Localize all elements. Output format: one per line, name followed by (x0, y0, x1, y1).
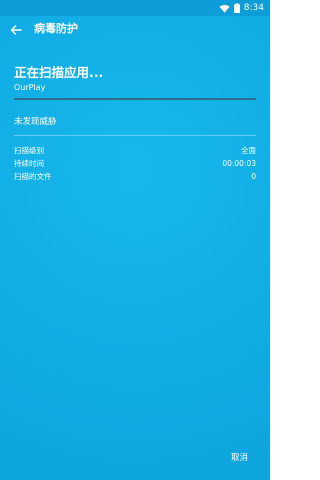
divider (14, 135, 256, 136)
duration-label: 持续时间 (14, 159, 44, 168)
status-bar: 8:34 (0, 0, 270, 16)
status-icons: 8:34 (219, 2, 264, 14)
page-title: 病毒防护 (34, 22, 78, 35)
detail-row-duration: 持续时间 00:00:03 (14, 159, 256, 169)
back-arrow-icon[interactable] (9, 22, 23, 36)
scan-status-title: 正在扫描应用... (14, 65, 104, 80)
cancel-button[interactable]: 取消 (231, 452, 248, 464)
threat-status-text: 未发现威胁 (14, 117, 57, 127)
detail-row-files-scanned: 扫描的文件 0 (14, 172, 256, 182)
scan-level-label: 扫描级别 (14, 146, 44, 155)
files-scanned-value: 0 (251, 172, 256, 181)
scan-progress-fill (14, 98, 256, 100)
detail-row-scan-level: 扫描级别 全面 (14, 146, 256, 156)
scan-target-app: OurPlay (14, 83, 46, 92)
files-scanned-label: 扫描的文件 (14, 172, 52, 181)
battery-icon (233, 3, 240, 13)
app-bar: 病毒防护 (0, 16, 270, 42)
wifi-icon (219, 4, 230, 13)
scan-progress-bar (14, 98, 256, 100)
scan-level-value: 全面 (241, 146, 256, 155)
status-time: 8:34 (243, 3, 264, 13)
screen: 8:34 病毒防护 正在扫描应用... OurPlay 未发现威胁 扫描级别 全… (0, 0, 270, 480)
duration-value: 00:00:03 (222, 159, 256, 168)
scan-details: 扫描级别 全面 持续时间 00:00:03 扫描的文件 0 (14, 146, 256, 185)
